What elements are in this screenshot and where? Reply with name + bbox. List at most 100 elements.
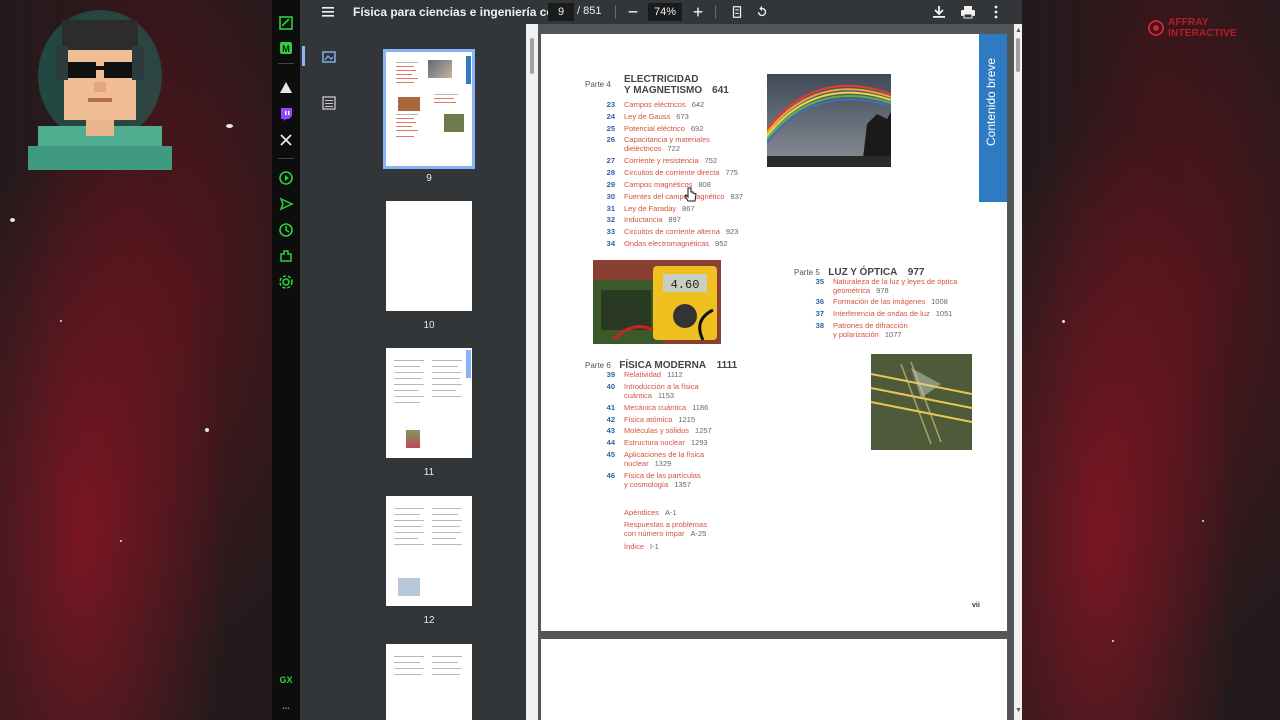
chapter-entry[interactable]: 46 Física de las partículas y cosmología 13… bbox=[597, 471, 797, 491]
zoom-in-icon[interactable] bbox=[690, 4, 706, 20]
chapter-entry[interactable]: 36 Formación de las imágenes 1008 bbox=[806, 297, 1006, 306]
player-icon[interactable] bbox=[278, 170, 294, 186]
chapter-page: 722 bbox=[667, 144, 681, 154]
chapter-entry[interactable]: 42 Física atómica 1215 bbox=[597, 415, 797, 424]
zoom-level-input[interactable]: 74% bbox=[648, 3, 682, 21]
chapter-entry[interactable]: 33 Circuitos de corriente alterna 923 bbox=[597, 227, 797, 236]
scrollbar-thumb[interactable] bbox=[530, 38, 534, 74]
page-thumbnail[interactable] bbox=[386, 496, 472, 606]
chapter-page: 1257 bbox=[695, 426, 712, 436]
chapter-entry[interactable]: 43 Moléculas y sólidos 1257 bbox=[597, 426, 797, 435]
chapter-number: 35 bbox=[815, 277, 824, 286]
settings-icon[interactable] bbox=[278, 274, 294, 290]
scroll-down-icon[interactable]: ▼ bbox=[1015, 707, 1022, 714]
chapter-entry[interactable]: 32 Inductancia 897 bbox=[597, 215, 797, 224]
chapter-title[interactable]: Potencial eléctrico 692 bbox=[624, 124, 703, 133]
rainbow-photo bbox=[767, 74, 891, 167]
scrollbar-thumb[interactable] bbox=[1016, 38, 1020, 72]
chapter-number: 24 bbox=[606, 111, 615, 121]
desktop-background-right bbox=[1022, 0, 1280, 720]
scroll-up-icon[interactable]: ▲ bbox=[1015, 27, 1022, 34]
chapter-entry[interactable]: 44 Estructura nuclear 1293 bbox=[597, 438, 797, 447]
gx-corner-icon[interactable]: M bbox=[278, 40, 294, 56]
chapter-title[interactable]: Interferencia de ondas de luz 1051 bbox=[833, 309, 952, 318]
document-area: Contenido breve Parte 4 ELECTRICIDAD Y M… bbox=[526, 24, 1022, 720]
appendix-page: I-1 bbox=[650, 542, 659, 551]
chapter-title[interactable]: Física atómica 1215 bbox=[624, 415, 695, 424]
chapter-number: 27 bbox=[606, 156, 615, 166]
more-vert-icon[interactable] bbox=[988, 4, 1004, 20]
chapter-entry[interactable]: 35 Naturaleza de la luz y leyes de óptica… bbox=[806, 277, 1006, 297]
chapter-title[interactable]: Moléculas y sólidos 1257 bbox=[624, 426, 712, 435]
chapter-entry[interactable]: 45 Aplicaciones de la física nuclear 1329 bbox=[597, 450, 797, 470]
chapter-title[interactable]: Campos eléctricos 642 bbox=[624, 100, 704, 109]
thumbnail-label: 12 bbox=[423, 615, 435, 626]
appendix-title[interactable]: Respuestas a problemas con número impar A-… bbox=[624, 520, 707, 538]
thumbnail-scrollbar[interactable] bbox=[526, 24, 538, 720]
appendix-title[interactable]: Apéndices A-1 bbox=[624, 508, 677, 517]
chapter-title[interactable]: Física de las partículas y cosmología 1357 bbox=[624, 471, 701, 489]
chapter-title[interactable]: Circuitos de corriente alterna 923 bbox=[624, 227, 738, 236]
chapter-title[interactable]: Inductancia 897 bbox=[624, 215, 681, 224]
chapter-title[interactable]: Corriente y resistencia 752 bbox=[624, 156, 717, 165]
chapter-title[interactable]: Relatividad 1112 bbox=[624, 370, 683, 379]
outline-icon[interactable] bbox=[322, 96, 336, 110]
appendix-entry[interactable]: Apéndices A-1 bbox=[597, 508, 797, 517]
chapter-title[interactable]: Ley de Faraday 867 bbox=[624, 204, 695, 213]
twitch-icon[interactable] bbox=[278, 106, 294, 122]
rotate-icon[interactable] bbox=[754, 4, 770, 20]
x-twitter-icon[interactable] bbox=[278, 132, 294, 148]
chapter-entry[interactable]: 31 Ley de Faraday 867 bbox=[597, 204, 797, 213]
chapter-title[interactable]: Estructura nuclear 1293 bbox=[624, 438, 708, 447]
appendix-entry[interactable]: Respuestas a problemas con número impar A-… bbox=[597, 520, 797, 540]
chapter-number: 30 bbox=[606, 191, 615, 201]
appendix-entry[interactable]: Índice I-1 bbox=[597, 542, 797, 551]
chapter-entry[interactable]: 38 Patrones de difracción y polarización 10… bbox=[806, 321, 1006, 341]
download-icon[interactable] bbox=[931, 4, 947, 20]
sidebar-more-icon[interactable]: ... bbox=[278, 698, 294, 714]
chapter-entry[interactable]: 39 Relatividad 1112 bbox=[597, 370, 797, 379]
chat-icon[interactable] bbox=[278, 15, 294, 31]
toolbar-divider bbox=[615, 5, 616, 19]
chapter-page: 692 bbox=[690, 123, 704, 133]
page-number-input[interactable]: 9 bbox=[548, 3, 574, 21]
history-icon[interactable] bbox=[278, 222, 294, 238]
chapter-title[interactable]: Introducción a la física cuántica 1153 bbox=[624, 382, 699, 400]
chapter-title[interactable]: Ondas electromagnéticas 952 bbox=[624, 239, 728, 248]
chapter-title[interactable]: Circuitos de corriente directa 775 bbox=[624, 168, 738, 177]
page-thumbnail[interactable] bbox=[386, 348, 472, 458]
chapter-title[interactable]: Patrones de difracción y polarización 1077 bbox=[833, 321, 908, 339]
chapter-entry[interactable]: 37 Interferencia de ondas de luz 1051 bbox=[806, 309, 1006, 318]
zoom-out-icon[interactable] bbox=[625, 4, 641, 20]
menu-icon[interactable] bbox=[320, 4, 336, 20]
send-icon[interactable] bbox=[278, 196, 294, 212]
chapter-page: 1357 bbox=[674, 480, 691, 489]
page-thumbnail[interactable] bbox=[386, 644, 472, 720]
chapter-title[interactable]: Aplicaciones de la física nuclear 1329 bbox=[624, 450, 704, 468]
fit-page-icon[interactable] bbox=[729, 4, 745, 20]
chapter-title[interactable]: Formación de las imágenes 1008 bbox=[833, 297, 948, 306]
chapter-entry[interactable]: 41 Mecánica cuántica 1186 bbox=[597, 403, 797, 412]
appendix-title[interactable]: Índice I-1 bbox=[624, 542, 659, 551]
chapter-page: 952 bbox=[715, 239, 728, 248]
chapter-entry[interactable]: 40 Introducción a la física cuántica 1153 bbox=[597, 382, 797, 402]
chapter-title[interactable]: Naturaleza de la luz y leyes de óptica ge… bbox=[833, 277, 957, 295]
print-icon[interactable] bbox=[960, 4, 976, 20]
extensions-icon[interactable] bbox=[278, 248, 294, 264]
chapter-title[interactable]: Mecánica cuántica 1186 bbox=[624, 403, 708, 412]
chapter-title[interactable]: Capacitancia y materiales dieléctricos 722 bbox=[624, 135, 710, 153]
document-scrollbar[interactable]: ▲ ▼ bbox=[1014, 24, 1022, 720]
section-tab: Contenido breve bbox=[979, 34, 1007, 202]
page-folio: vii bbox=[972, 602, 980, 609]
page-thumbnail[interactable] bbox=[386, 201, 472, 311]
chapter-entry[interactable]: 34 Ondas electromagnéticas 952 bbox=[597, 239, 797, 248]
hand-cursor-icon bbox=[684, 186, 698, 204]
chapter-number: 39 bbox=[606, 370, 615, 379]
page-thumbnail[interactable] bbox=[383, 49, 475, 169]
chapter-entry[interactable]: 28 Circuitos de corriente directa 775 bbox=[597, 168, 797, 177]
chapter-title[interactable]: Ley de Gauss 673 bbox=[624, 112, 689, 121]
gx-logo-icon[interactable]: GX bbox=[278, 672, 294, 688]
thumbnails-icon[interactable] bbox=[322, 50, 336, 64]
aria-icon[interactable] bbox=[278, 80, 294, 96]
chapter-number: 42 bbox=[606, 414, 615, 424]
